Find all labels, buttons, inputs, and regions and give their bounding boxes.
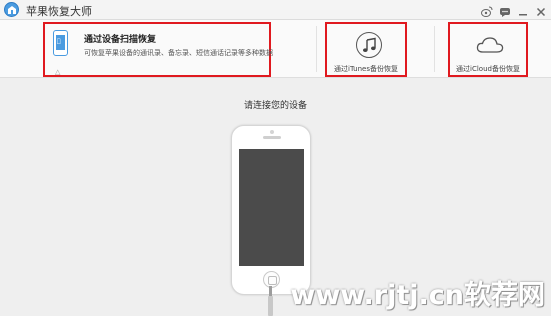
divider: [434, 26, 435, 72]
main-panel: 请连接您的设备 www.rjtj.cn软荐网: [0, 78, 551, 316]
icloud-backup-option[interactable]: 通过iCloud备份恢复: [448, 22, 528, 77]
music-note-icon: [356, 32, 382, 58]
app-logo-icon: [4, 2, 19, 17]
device-scan-option[interactable]:  通过设备扫描恢复 可恢复苹果设备的通讯录、备忘录、短信通话记录等多种数据 △: [43, 22, 273, 77]
itunes-backup-label: 通过iTunes备份恢复: [334, 65, 398, 73]
iphone-icon: : [53, 30, 68, 56]
cloud-icon: [476, 36, 504, 58]
connect-device-prompt: 请连接您的设备: [243, 101, 307, 111]
icloud-backup-label: 通过iCloud备份恢复: [456, 65, 520, 73]
close-icon[interactable]: [535, 3, 547, 17]
cable-connector: [269, 286, 272, 296]
minimize-icon[interactable]: [517, 3, 529, 16]
app-title: 苹果恢复大师: [26, 5, 92, 18]
phone-screen: [239, 149, 304, 266]
window-controls: [481, 3, 547, 17]
usb-cable: [268, 296, 273, 316]
selected-caret-icon: △: [55, 68, 61, 76]
speaker-slot: [263, 136, 281, 139]
device-scan-title: 通过设备扫描恢复: [84, 35, 157, 45]
feedback-icon[interactable]: [499, 3, 511, 17]
itunes-backup-option[interactable]: 通过iTunes备份恢复: [325, 22, 407, 77]
device-scan-description: 可恢复苹果设备的通讯录、备忘录、短信通话记录等多种数据: [84, 49, 273, 57]
camera-dot: [270, 130, 274, 134]
title-bar: 苹果恢复大师: [0, 0, 551, 20]
weibo-icon[interactable]: [481, 3, 493, 17]
recovery-mode-toolbar:  通过设备扫描恢复 可恢复苹果设备的通讯录、备忘录、短信通话记录等多种数据 △…: [0, 20, 551, 78]
iphone-illustration: [231, 125, 311, 295]
watermark-text: www.rjtj.cn软荐网: [290, 280, 545, 311]
divider: [316, 26, 317, 72]
